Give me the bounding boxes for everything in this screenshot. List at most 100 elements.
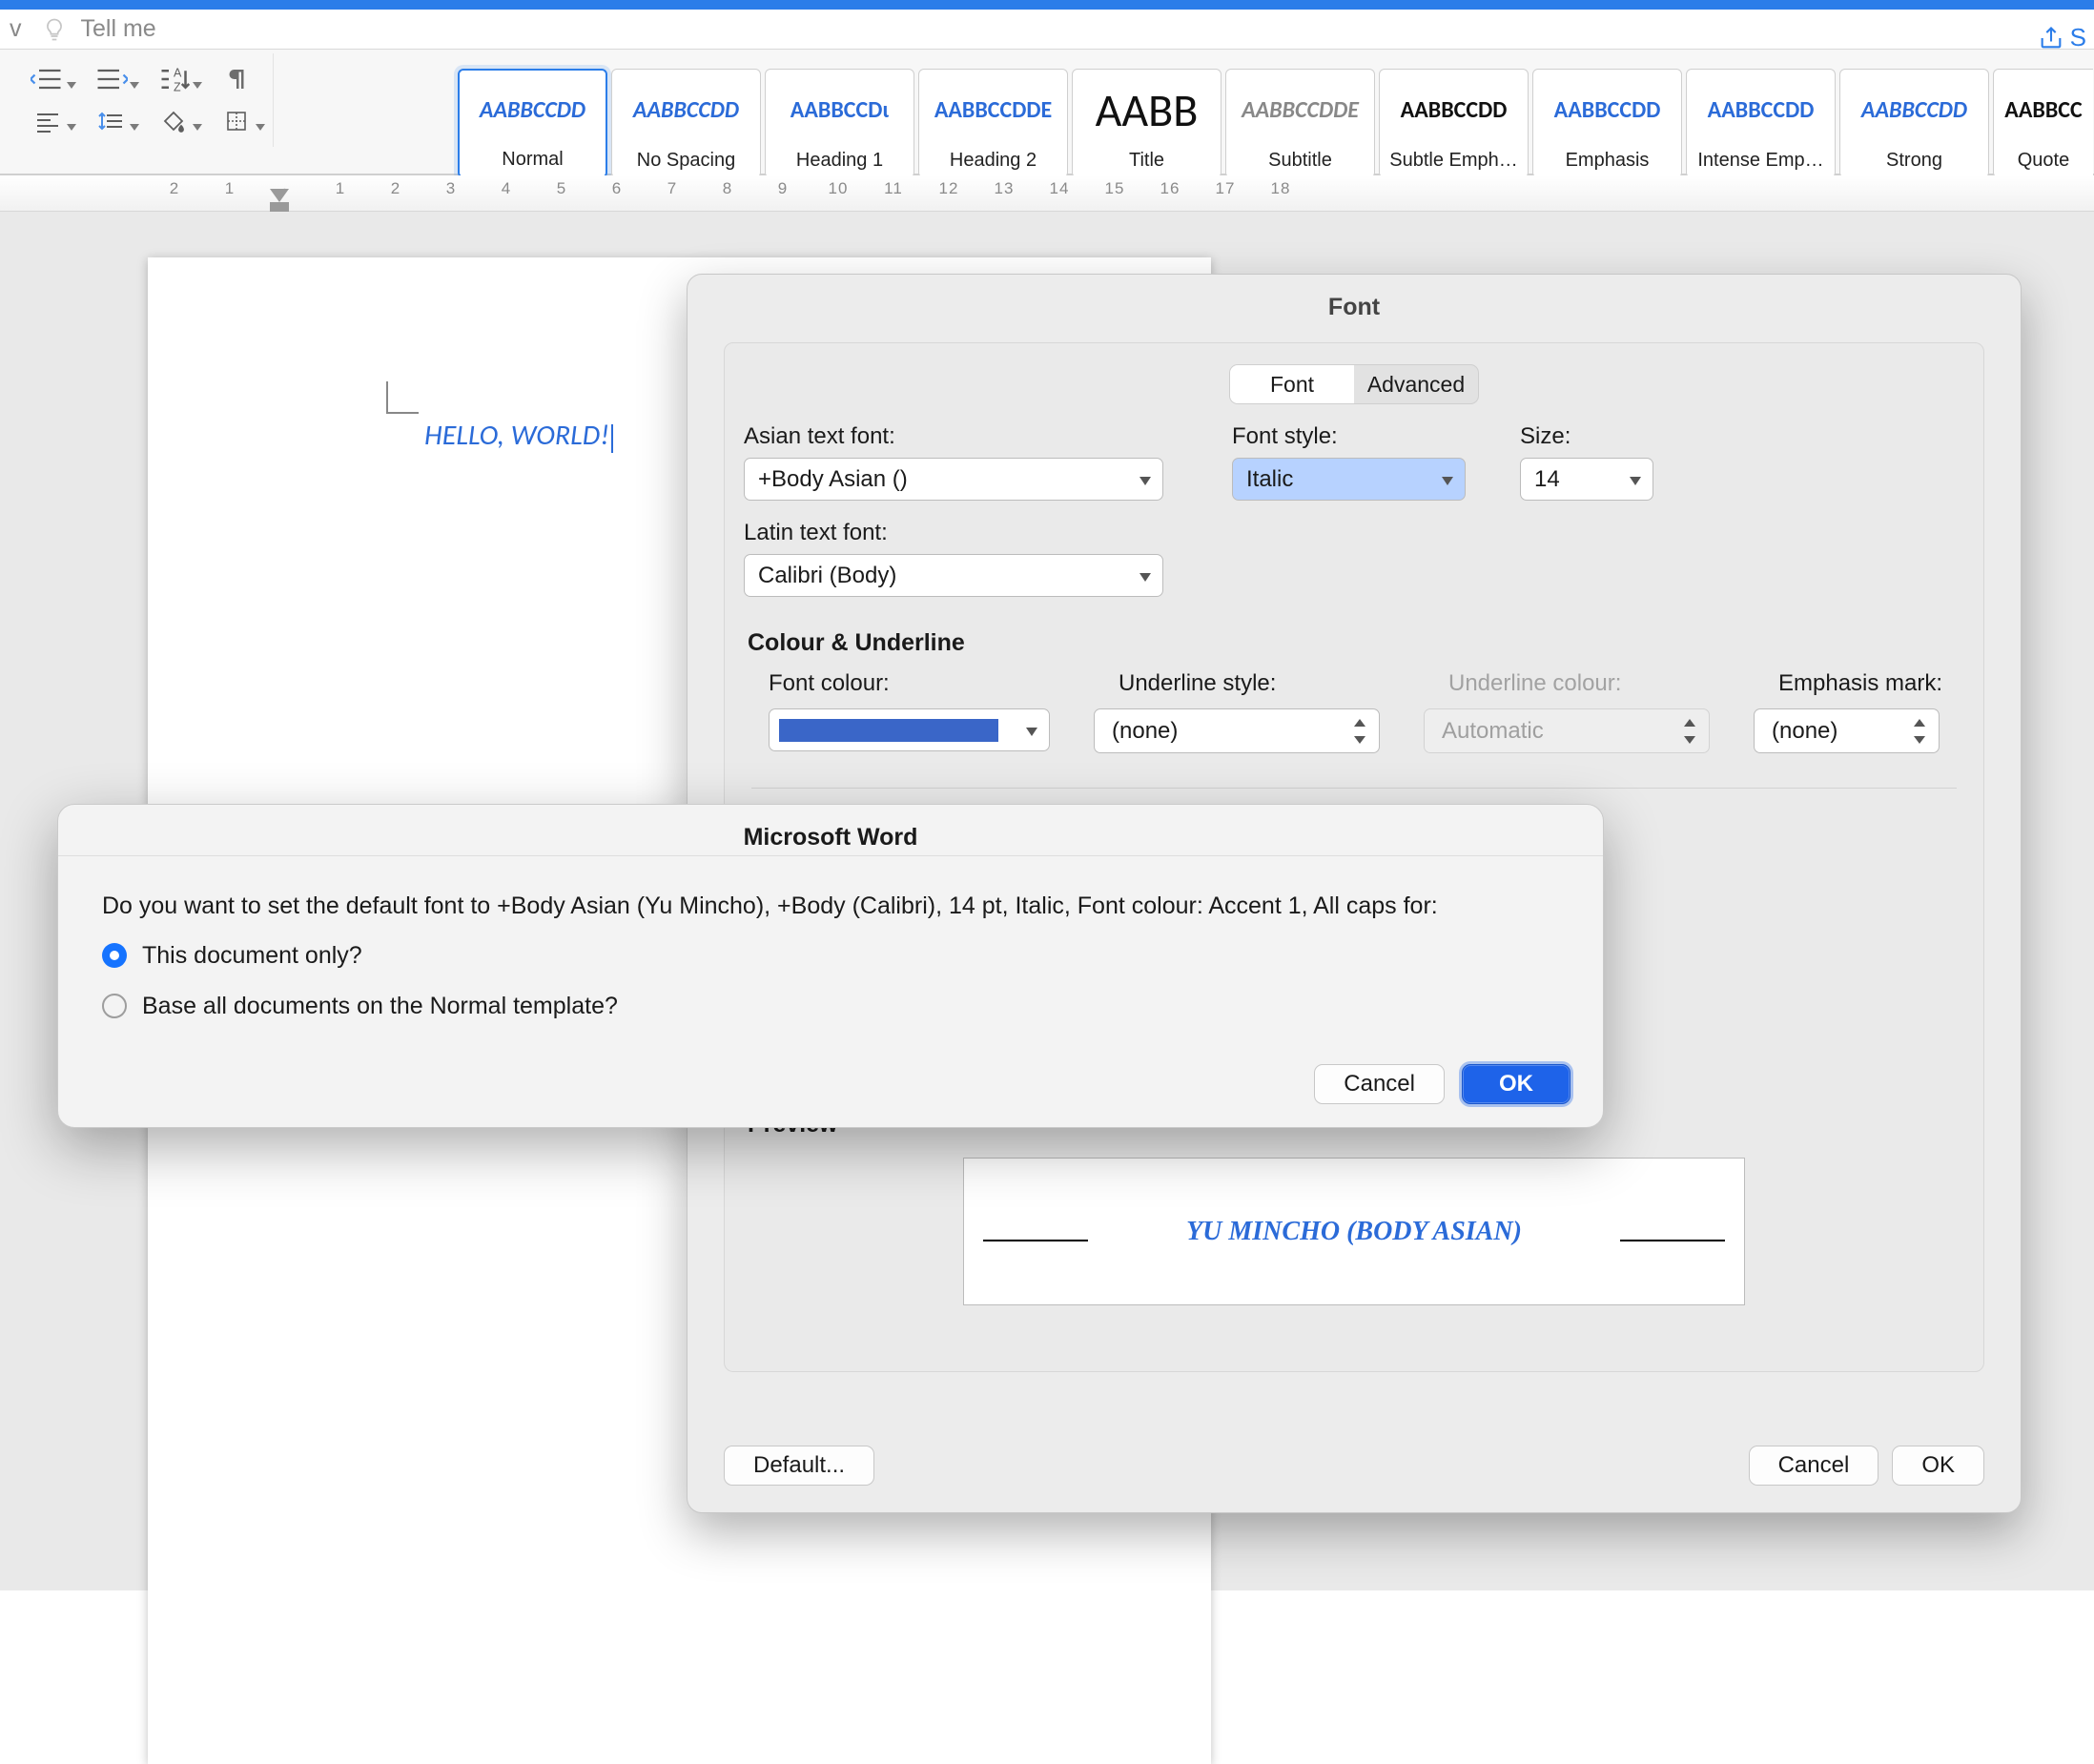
- ruler-tick: 3: [423, 179, 479, 198]
- lightbulb-icon: [41, 16, 68, 43]
- ruler-tick: 1: [313, 179, 368, 198]
- style-name: Title: [1073, 150, 1221, 172]
- label-asian-font: Asian text font:: [744, 423, 1192, 450]
- menu-letter: v: [10, 15, 22, 43]
- style-name: Heading 2: [919, 150, 1067, 172]
- colour-swatch-icon: [779, 719, 998, 742]
- styles-gallery[interactable]: AABBCCDDNormalAABBCCDDNo SpacingAABBCCDι…: [458, 69, 2093, 178]
- style-normal[interactable]: AABBCCDDNormal: [458, 69, 607, 178]
- style-preview: AABB: [1096, 70, 1199, 150]
- outdent-icon[interactable]: [29, 63, 67, 95]
- radio-label: This document only?: [142, 938, 362, 973]
- style-preview: AABBCCDD: [1401, 70, 1508, 150]
- style-preview: AABBCCDD: [1554, 70, 1661, 150]
- style-preview: AABBCCDD: [1708, 70, 1815, 150]
- style-name: Subtitle: [1226, 150, 1374, 172]
- style-subtle-emph-[interactable]: AABBCCDDSubtle Emph…: [1379, 69, 1529, 178]
- style-name: Heading 1: [766, 150, 914, 172]
- style-heading-2[interactable]: AABBCCDDEHeading 2: [918, 69, 1068, 178]
- share-button[interactable]: S: [2038, 23, 2086, 52]
- tab-advanced[interactable]: Advanced: [1354, 365, 1478, 403]
- emphasis-mark-select[interactable]: (none): [1754, 708, 1940, 753]
- borders-icon[interactable]: [217, 105, 256, 137]
- ruler-tick: 14: [1032, 179, 1087, 198]
- style-name: Quote: [1994, 150, 2093, 172]
- indent-marker-bottom-icon[interactable]: [270, 202, 289, 212]
- sheet-ok-button[interactable]: OK: [1462, 1064, 1570, 1104]
- ruler-tick: 1: [202, 179, 257, 198]
- ruler-tick: 6: [589, 179, 645, 198]
- style-preview: AABBCCDDE: [1242, 70, 1359, 150]
- style-name: Strong: [1840, 150, 1988, 172]
- font-style-combo[interactable]: Italic: [1232, 458, 1466, 501]
- style-preview: AABBCCDDE: [934, 70, 1052, 150]
- label-font-size: Size:: [1520, 423, 1653, 450]
- label-emphasis-mark: Emphasis mark:: [1778, 670, 1942, 697]
- ribbon: AZ AABBCCDDNormalAABBCCDDNo SpacingAABBC…: [0, 50, 2094, 175]
- radio-icon: [102, 994, 127, 1018]
- latin-font-combo[interactable]: Calibri (Body): [744, 554, 1163, 597]
- ruler-tick: 12: [921, 179, 976, 198]
- horizontal-ruler[interactable]: 21·123456789101112131415161718: [0, 175, 2094, 212]
- style-no-spacing[interactable]: AABBCCDDNo Spacing: [611, 69, 761, 178]
- section-colour-underline: Colour & Underline: [748, 629, 1964, 657]
- default-button[interactable]: Default...: [724, 1446, 874, 1486]
- paragraph-marks-icon[interactable]: [217, 63, 256, 95]
- tell-me-input[interactable]: Tell me: [81, 15, 156, 43]
- indent-icon[interactable]: [92, 63, 130, 95]
- updown-caret-icon: [1682, 717, 1697, 746]
- text-caret-icon: [611, 424, 613, 453]
- font-dialog-tabs[interactable]: Font Advanced: [1229, 364, 1479, 404]
- style-preview: AABBCCDD: [480, 71, 585, 149]
- style-preview: AABBCCDD: [1861, 70, 1967, 150]
- ruler-tick: 7: [645, 179, 700, 198]
- document-text[interactable]: HELLO, WORLD!: [424, 418, 613, 453]
- font-size-combo[interactable]: 14: [1520, 458, 1653, 501]
- radio-this-document[interactable]: This document only?: [102, 938, 1559, 973]
- ruler-tick: 2: [147, 179, 202, 198]
- ruler-tick: 18: [1253, 179, 1308, 198]
- underline-style-select[interactable]: (none): [1094, 708, 1380, 753]
- ruler-tick: 11: [866, 179, 921, 198]
- style-emphasis[interactable]: AABBCCDDEmphasis: [1532, 69, 1682, 178]
- style-strong[interactable]: AABBCCDDStrong: [1839, 69, 1989, 178]
- ruler-tick: 4: [479, 179, 534, 198]
- style-preview: AABBCCDι: [790, 70, 889, 150]
- style-quote[interactable]: AABBCCQuote: [1993, 69, 2093, 178]
- preview-text: YU MINCHO (BODY ASIAN): [1186, 1217, 1522, 1247]
- ruler-tick: 10: [811, 179, 866, 198]
- style-subtitle[interactable]: AABBCCDDESubtitle: [1225, 69, 1375, 178]
- fill-color-icon[interactable]: [154, 105, 193, 137]
- style-name: Normal: [460, 149, 606, 171]
- style-name: No Spacing: [612, 150, 760, 172]
- sort-icon[interactable]: AZ: [154, 63, 193, 95]
- share-icon: [2038, 25, 2064, 51]
- asian-font-combo[interactable]: +Body Asian (): [744, 458, 1163, 501]
- tab-font[interactable]: Font: [1230, 365, 1354, 403]
- indent-marker-top-icon[interactable]: [270, 189, 289, 202]
- style-title[interactable]: AABBTitle: [1072, 69, 1222, 178]
- font-cancel-button[interactable]: Cancel: [1749, 1446, 1879, 1486]
- share-label: S: [2070, 23, 2086, 52]
- align-left-icon[interactable]: [29, 105, 67, 137]
- svg-text:Z: Z: [174, 81, 181, 94]
- font-ok-button[interactable]: OK: [1892, 1446, 1984, 1486]
- style-heading-1[interactable]: AABBCCDιHeading 1: [765, 69, 914, 178]
- ruler-tick: 9: [755, 179, 811, 198]
- sheet-title: Microsoft Word: [58, 805, 1603, 856]
- font-colour-combo[interactable]: [769, 708, 1050, 751]
- label-font-style: Font style:: [1232, 423, 1480, 450]
- label-latin-font: Latin text font:: [744, 520, 1192, 546]
- radio-icon: [102, 943, 127, 968]
- ruler-tick: 2: [368, 179, 423, 198]
- label-font-colour: Font colour:: [769, 670, 1050, 697]
- font-dialog-title: Font: [688, 275, 2021, 342]
- ruler-tick: 13: [976, 179, 1032, 198]
- radio-normal-template[interactable]: Base all documents on the Normal templat…: [102, 989, 1559, 1023]
- style-intense-emp-[interactable]: AABBCCDDIntense Emp…: [1686, 69, 1836, 178]
- updown-caret-icon: [1912, 717, 1927, 746]
- style-name: Emphasis: [1533, 150, 1681, 172]
- sheet-cancel-button[interactable]: Cancel: [1314, 1064, 1445, 1104]
- ruler-tick: 5: [534, 179, 589, 198]
- line-spacing-icon[interactable]: [92, 105, 130, 137]
